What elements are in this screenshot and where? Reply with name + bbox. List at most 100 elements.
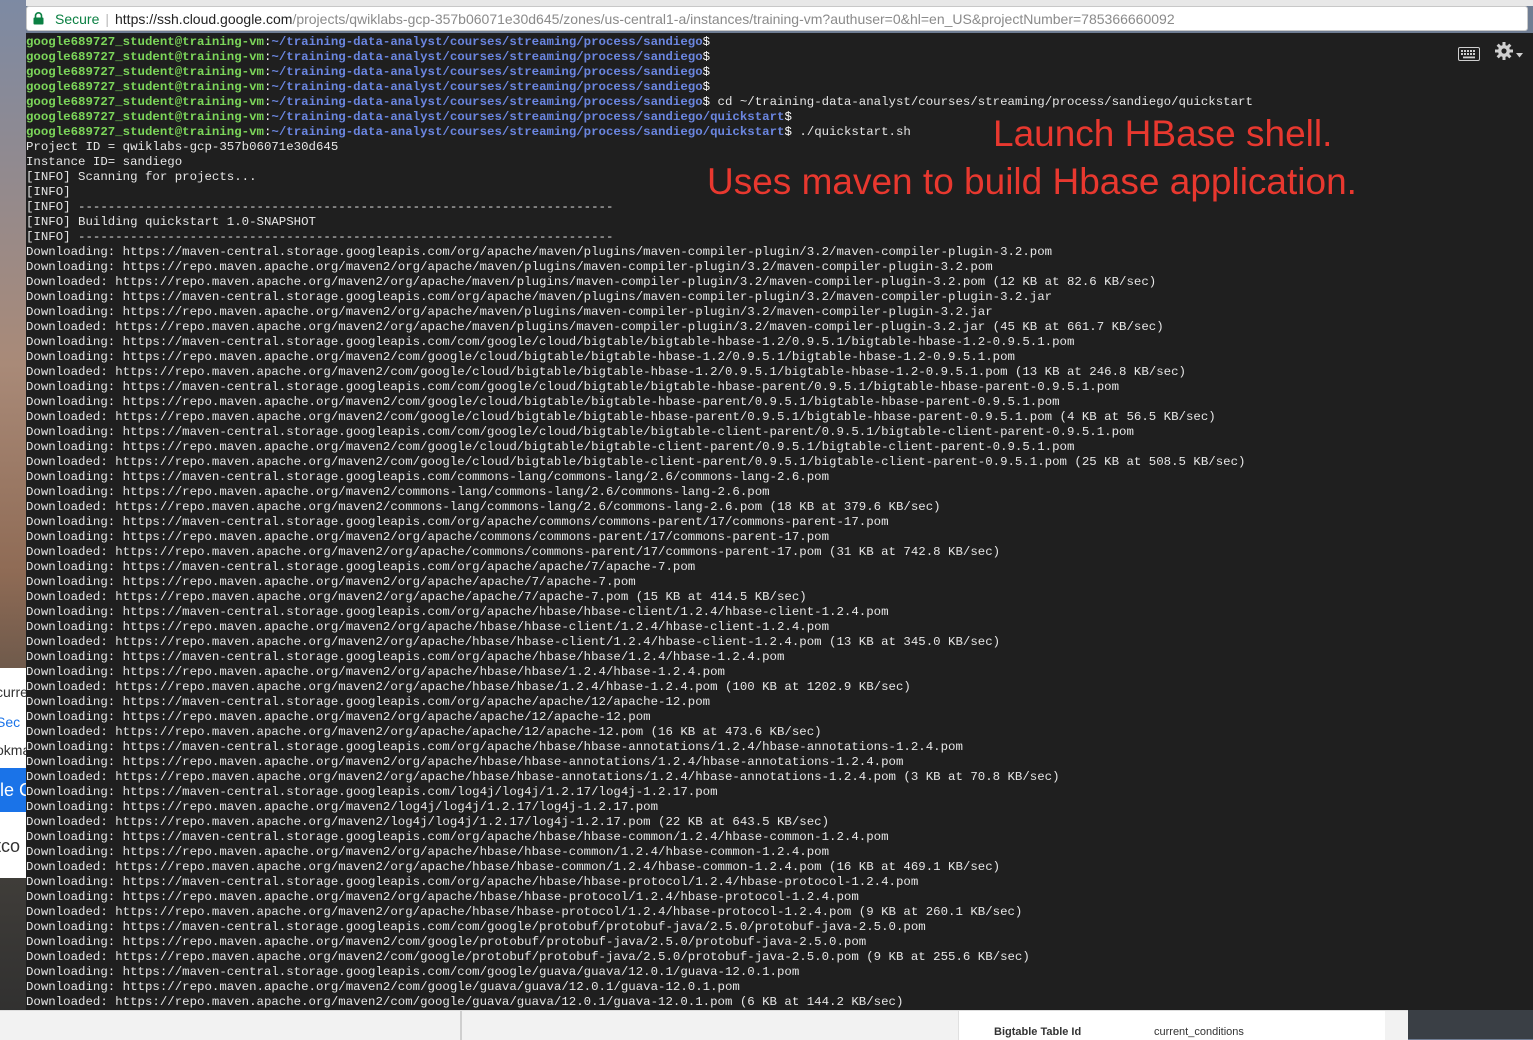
prompt-path: ~/training-data-analyst/courses/streamin… [271, 35, 703, 49]
prompt-path: ~/training-data-analyst/courses/streamin… [271, 110, 785, 124]
output-line: Downloading: https://repo.maven.apache.o… [26, 755, 904, 769]
prompt-symbol: $ [702, 50, 711, 64]
output-line: Downloading: https://maven-central.stora… [26, 245, 1053, 259]
table-id-key: Bigtable Table Id [994, 1026, 1082, 1038]
panel-divider [460, 1011, 462, 1040]
output-line: Downloading: https://maven-central.stora… [26, 830, 889, 844]
prompt-line: google689727_student@training-vm:~/train… [26, 80, 1456, 95]
fragment-text: curre [0, 684, 26, 700]
prompt-symbol: $ [784, 125, 792, 139]
prompt-path: ~/training-data-analyst/courses/streamin… [271, 95, 703, 109]
output-line: Downloading: https://maven-central.stora… [26, 335, 1075, 349]
output-line: Downloading: https://maven-central.stora… [26, 425, 1134, 439]
output-line: Downloading: https://maven-central.stora… [26, 920, 926, 934]
prompt-line: google689727_student@training-vm:~/train… [26, 50, 1456, 65]
output-line: Downloading: https://maven-central.stora… [26, 740, 963, 754]
terminal-controls [1458, 41, 1523, 66]
table-id-value: current_conditions [1154, 1026, 1244, 1038]
url-path: /projects/qwiklabs-gcp-357b06071e30d645/… [292, 10, 1175, 27]
output-line: Downloading: https://maven-central.stora… [26, 290, 1053, 304]
prompt-line: google689727_student@training-vm:~/train… [26, 35, 1456, 50]
output-line: Downloading: https://repo.maven.apache.o… [26, 665, 725, 679]
prompt-user: google689727_student@training-vm [26, 125, 264, 139]
prompt-command: ./quickstart.sh [791, 125, 911, 139]
fragment-text: Sec [0, 714, 21, 730]
output-line: Downloaded: https://repo.maven.apache.or… [26, 500, 941, 514]
secure-label: Secure [55, 10, 100, 27]
output-line: [INFO] Building quickstart 1.0-SNAPSHOT [26, 215, 316, 229]
output-line: Downloaded: https://repo.maven.apache.or… [26, 365, 1186, 379]
background-window-fragment: curre Sec okma le C tco [0, 668, 26, 878]
settings-menu[interactable] [1494, 41, 1523, 66]
fragment-text: okma [0, 742, 26, 758]
output-line: Downloaded: https://repo.maven.apache.or… [26, 590, 807, 604]
output-line: Downloading: https://repo.maven.apache.o… [26, 980, 740, 994]
output-line: Downloading: https://maven-central.stora… [26, 380, 1120, 394]
output-line: Downloading: https://repo.maven.apache.o… [26, 485, 770, 499]
desktop-background-right [1408, 1010, 1533, 1039]
output-line: Downloading: https://repo.maven.apache.o… [26, 305, 993, 319]
prompt-user: google689727_student@training-vm [26, 50, 264, 64]
output-line: Downloading: https://repo.maven.apache.o… [26, 710, 651, 724]
prompt-symbol: $ [702, 35, 711, 49]
output-line: Downloaded: https://repo.maven.apache.or… [26, 410, 1216, 424]
address-bar[interactable]: Secure | https://ssh.cloud.google.com/pr… [26, 6, 1528, 31]
prompt-path: ~/training-data-analyst/courses/streamin… [271, 50, 703, 64]
output-line: Downloaded: https://repo.maven.apache.or… [26, 725, 822, 739]
prompt-line: google689727_student@training-vm:~/train… [26, 95, 1456, 110]
prompt-user: google689727_student@training-vm [26, 35, 264, 49]
output-line: Downloaded: https://repo.maven.apache.or… [26, 275, 1157, 289]
lock-icon [33, 11, 49, 27]
output-line: Downloaded: https://repo.maven.apache.or… [26, 815, 830, 829]
output-line: Downloaded: https://repo.maven.apache.or… [26, 545, 1001, 559]
fragment-text: tco [0, 836, 21, 856]
output-line: Downloading: https://maven-central.stora… [26, 785, 718, 799]
url-host: https://ssh.cloud.google.com [115, 10, 293, 27]
prompt-line: google689727_student@training-vm:~/train… [26, 65, 1456, 80]
output-line: Downloading: https://repo.maven.apache.o… [26, 440, 1075, 454]
prompt-path: ~/training-data-analyst/courses/streamin… [271, 65, 703, 79]
output-line: Downloading: https://repo.maven.apache.o… [26, 890, 859, 904]
prompt-user: google689727_student@training-vm [26, 95, 264, 109]
output-line: Downloading: https://repo.maven.apache.o… [26, 935, 867, 949]
output-line: Downloading: https://repo.maven.apache.o… [26, 800, 659, 814]
prompt-symbol: $ [702, 65, 711, 79]
output-line: Downloaded: https://repo.maven.apache.or… [26, 455, 1246, 469]
prompt-command: cd ~/training-data-analyst/courses/strea… [710, 95, 1253, 109]
prompt-path: ~/training-data-analyst/courses/streamin… [271, 80, 703, 94]
output-line: Downloaded: https://repo.maven.apache.or… [26, 320, 1164, 334]
output-line: Downloaded: https://repo.maven.apache.or… [26, 995, 904, 1009]
output-line: Downloading: https://repo.maven.apache.o… [26, 350, 1015, 364]
output-line: Downloading: https://maven-central.stora… [26, 875, 919, 889]
background-console-panel: Bigtable Table Id current_conditions [0, 1010, 1408, 1040]
prompt-user: google689727_student@training-vm [26, 110, 264, 124]
output-line: Downloading: https://repo.maven.apache.o… [26, 395, 1060, 409]
output-line: Downloading: https://repo.maven.apache.o… [26, 530, 830, 544]
output-line: Downloading: https://maven-central.stora… [26, 470, 830, 484]
prompt-symbol: $ [702, 80, 711, 94]
prompt-user: google689727_student@training-vm [26, 65, 264, 79]
prompt-symbol: $ [784, 110, 792, 124]
keyboard-icon[interactable] [1458, 46, 1480, 61]
annotation-launch-hbase: Launch HBase shell. [993, 113, 1333, 154]
output-line: Downloading: https://repo.maven.apache.o… [26, 845, 830, 859]
output-line: Downloaded: https://repo.maven.apache.or… [26, 635, 1001, 649]
output-line: Downloading: https://repo.maven.apache.o… [26, 620, 830, 634]
address-separator: | [105, 10, 109, 27]
output-line: Downloaded: https://repo.maven.apache.or… [26, 680, 911, 694]
output-line: Downloaded: https://repo.maven.apache.or… [26, 770, 1060, 784]
prompt-path: ~/training-data-analyst/courses/streamin… [271, 125, 785, 139]
output-line: Downloading: https://maven-central.stora… [26, 515, 889, 529]
output-line: Downloaded: https://repo.maven.apache.or… [26, 905, 1023, 919]
prompt-user: google689727_student@training-vm [26, 80, 264, 94]
desktop-background [0, 0, 26, 1039]
output-line: Downloading: https://repo.maven.apache.o… [26, 260, 993, 274]
output-line: Downloading: https://maven-central.stora… [26, 560, 696, 574]
output-line: Downloading: https://maven-central.stora… [26, 695, 711, 709]
prompt-symbol: $ [702, 95, 711, 109]
output-line: Downloaded: https://repo.maven.apache.or… [26, 860, 1001, 874]
gear-icon [1494, 41, 1514, 66]
output-line: [INFO] ---------------------------------… [26, 230, 614, 244]
output-line: Downloading: https://maven-central.stora… [26, 650, 785, 664]
annotation-maven-build: Uses maven to build Hbase application. [707, 161, 1357, 202]
